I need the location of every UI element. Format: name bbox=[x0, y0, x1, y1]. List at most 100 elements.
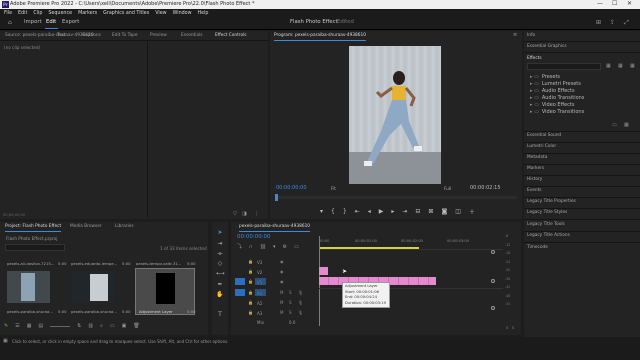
add-marker-timeline-icon[interactable]: ▾ bbox=[273, 244, 276, 250]
project-thumbnail-selected[interactable] bbox=[135, 268, 195, 315]
accelerated-effects-icon[interactable]: ▦ bbox=[606, 63, 611, 69]
lock-icon[interactable]: 🔒 bbox=[248, 259, 253, 264]
slip-icon[interactable]: ⟷ bbox=[216, 270, 225, 278]
panel-lumetri-color[interactable]: Lumetri Color bbox=[527, 144, 556, 149]
close-icon[interactable]: ✕ bbox=[627, 0, 632, 7]
play-icon[interactable]: ▶ bbox=[379, 208, 384, 215]
timeline-sequence-tab[interactable]: pexels-paraiba-shuraav-4938610 bbox=[239, 224, 311, 232]
program-menu-icon[interactable]: ≡ bbox=[513, 32, 517, 38]
minimize-icon[interactable]: — bbox=[597, 0, 603, 7]
effects-folder-audio-transitions[interactable]: ▸ ▭ Audio Transitions bbox=[530, 94, 630, 101]
extract-icon[interactable]: ⊠ bbox=[428, 208, 433, 215]
menu-edit[interactable]: Edit bbox=[18, 11, 27, 16]
new-bin-button-icon[interactable]: ▭ bbox=[110, 323, 115, 329]
button-editor-icon[interactable]: ＋ bbox=[469, 207, 475, 216]
tab-edit[interactable]: Edit bbox=[46, 19, 56, 25]
effects-folder-audio-effects[interactable]: ▸ ▭ Audio Effects bbox=[530, 87, 630, 94]
solo-icon[interactable]: S bbox=[289, 300, 292, 305]
effects-search-field[interactable] bbox=[527, 63, 601, 70]
menu-help[interactable]: Help bbox=[198, 11, 209, 16]
find-icon[interactable]: ⌕ bbox=[100, 323, 103, 329]
menu-graphics[interactable]: Graphics and Titles bbox=[103, 11, 149, 16]
tab-media-browser[interactable]: Media Browser bbox=[70, 224, 102, 229]
eye-icon[interactable]: ◉ bbox=[280, 259, 284, 264]
panel-legacy-title-styles[interactable]: Legacy Title Styles bbox=[527, 210, 567, 215]
panel-legacy-title-tools[interactable]: Legacy Title Tools bbox=[527, 222, 565, 227]
new-item-icon[interactable]: ▣ bbox=[122, 323, 127, 329]
panel-events[interactable]: Events bbox=[527, 188, 542, 193]
panel-markers[interactable]: Markers bbox=[527, 166, 544, 171]
timeline-timecode[interactable]: 00:00:00:00 bbox=[237, 234, 271, 240]
eye-icon[interactable]: ◉ bbox=[280, 269, 284, 274]
program-timecode-in[interactable]: 00:00:00:00 bbox=[276, 185, 307, 191]
trash-icon[interactable]: 🗑 bbox=[133, 323, 139, 329]
panel-menu-icon[interactable]: ⋮ bbox=[254, 211, 259, 217]
panel-legacy-title-properties[interactable]: Legacy Title Properties bbox=[527, 199, 576, 204]
filter-icon[interactable]: ▽ bbox=[233, 211, 237, 217]
menu-view[interactable]: View bbox=[155, 11, 166, 16]
comparison-view-icon[interactable]: ◫ bbox=[455, 208, 461, 215]
lock-icon[interactable]: 🔒 bbox=[248, 290, 253, 295]
tab-edit-to-tape[interactable]: Edit To Tape bbox=[112, 33, 138, 38]
effects-folder-video-effects[interactable]: ▸ ▭ Video Effects bbox=[530, 101, 630, 108]
go-to-out-icon[interactable]: ⇥ bbox=[402, 208, 407, 215]
tab-effect-controls[interactable]: Effect Controls bbox=[215, 33, 247, 41]
captions-icon[interactable]: ▭ bbox=[294, 244, 299, 250]
home-icon[interactable]: ⌂ bbox=[8, 20, 12, 26]
go-to-in-icon[interactable]: ⇤ bbox=[355, 208, 360, 215]
project-thumbnail[interactable] bbox=[72, 271, 115, 303]
insert-sequence-icon[interactable]: ⤵ bbox=[237, 243, 242, 250]
freeform-view-icon[interactable]: ▤ bbox=[38, 323, 43, 329]
pen-icon[interactable]: ✒ bbox=[216, 281, 224, 289]
panel-legacy-title-actions[interactable]: Legacy Title Actions bbox=[527, 233, 570, 238]
work-area-bar[interactable] bbox=[319, 247, 419, 249]
razor-icon[interactable]: ◇ bbox=[216, 260, 224, 268]
panel-effects[interactable]: Effects bbox=[527, 56, 542, 61]
panel-metadata[interactable]: Metadata bbox=[527, 155, 547, 160]
type-icon[interactable]: T bbox=[216, 311, 224, 319]
solo-right-button[interactable]: S bbox=[512, 326, 514, 330]
sort-icon[interactable]: ⇅ bbox=[77, 323, 81, 329]
hand-icon[interactable]: ✋ bbox=[216, 291, 224, 299]
mic-icon[interactable]: 🎙 bbox=[298, 290, 303, 295]
fit-dropdown[interactable]: Fit bbox=[331, 186, 336, 191]
step-forward-icon[interactable]: ▸ bbox=[391, 208, 394, 215]
selection-tool-icon[interactable]: ➤ bbox=[216, 229, 224, 237]
add-marker-icon[interactable]: ▾ bbox=[320, 208, 323, 215]
mic-icon[interactable]: 🎙 bbox=[298, 310, 303, 315]
lock-icon[interactable]: 🔒 bbox=[248, 279, 253, 284]
icon-view-icon[interactable]: ▦ bbox=[27, 323, 32, 329]
tab-captions[interactable]: Captions bbox=[82, 33, 101, 38]
menu-markers[interactable]: Markers bbox=[78, 11, 97, 16]
timeline-scroll-handle[interactable] bbox=[491, 250, 495, 254]
program-scrub-bar[interactable] bbox=[275, 196, 517, 199]
panel-essential-sound[interactable]: Essential Sound bbox=[527, 133, 561, 138]
panel-essential-graphics[interactable]: Essential Graphics bbox=[527, 44, 567, 49]
yuv-effects-icon[interactable]: ▦ bbox=[630, 63, 635, 69]
project-thumbnail[interactable] bbox=[7, 271, 50, 303]
menu-file[interactable]: File bbox=[4, 11, 12, 16]
solo-icon[interactable]: S bbox=[289, 290, 292, 295]
menu-clip[interactable]: Clip bbox=[33, 11, 42, 16]
mix-value[interactable]: 0.0 bbox=[289, 320, 295, 325]
mute-icon[interactable]: M bbox=[280, 310, 283, 315]
tab-libraries[interactable]: Libraries bbox=[115, 224, 134, 229]
mic-icon[interactable]: 🎙 bbox=[298, 300, 303, 305]
new-custom-bin-icon[interactable]: ▦ bbox=[624, 122, 629, 128]
mark-out-icon[interactable]: } bbox=[343, 208, 347, 215]
tab-text[interactable]: Text bbox=[57, 33, 66, 38]
tab-export[interactable]: Export bbox=[62, 19, 79, 25]
lift-icon[interactable]: ⊟ bbox=[415, 208, 420, 215]
quick-export-icon[interactable]: ⇪ bbox=[610, 20, 615, 26]
source-patch-a1[interactable] bbox=[235, 289, 245, 296]
tab-import[interactable]: Import bbox=[24, 19, 42, 25]
solo-left-button[interactable]: S bbox=[506, 326, 508, 330]
pencil-icon[interactable]: ✎ bbox=[4, 323, 8, 329]
zoom-slider[interactable] bbox=[50, 325, 71, 327]
eye-icon[interactable]: ◉ bbox=[280, 279, 284, 284]
export-frame-icon[interactable]: ◨ bbox=[242, 211, 247, 217]
mute-icon[interactable]: M bbox=[280, 300, 283, 305]
mute-icon[interactable]: M bbox=[280, 290, 283, 295]
program-title[interactable]: Program: pexels-paraiba-shuraav-4938610 bbox=[274, 33, 366, 41]
panel-timecode[interactable]: Timecode bbox=[527, 245, 548, 250]
